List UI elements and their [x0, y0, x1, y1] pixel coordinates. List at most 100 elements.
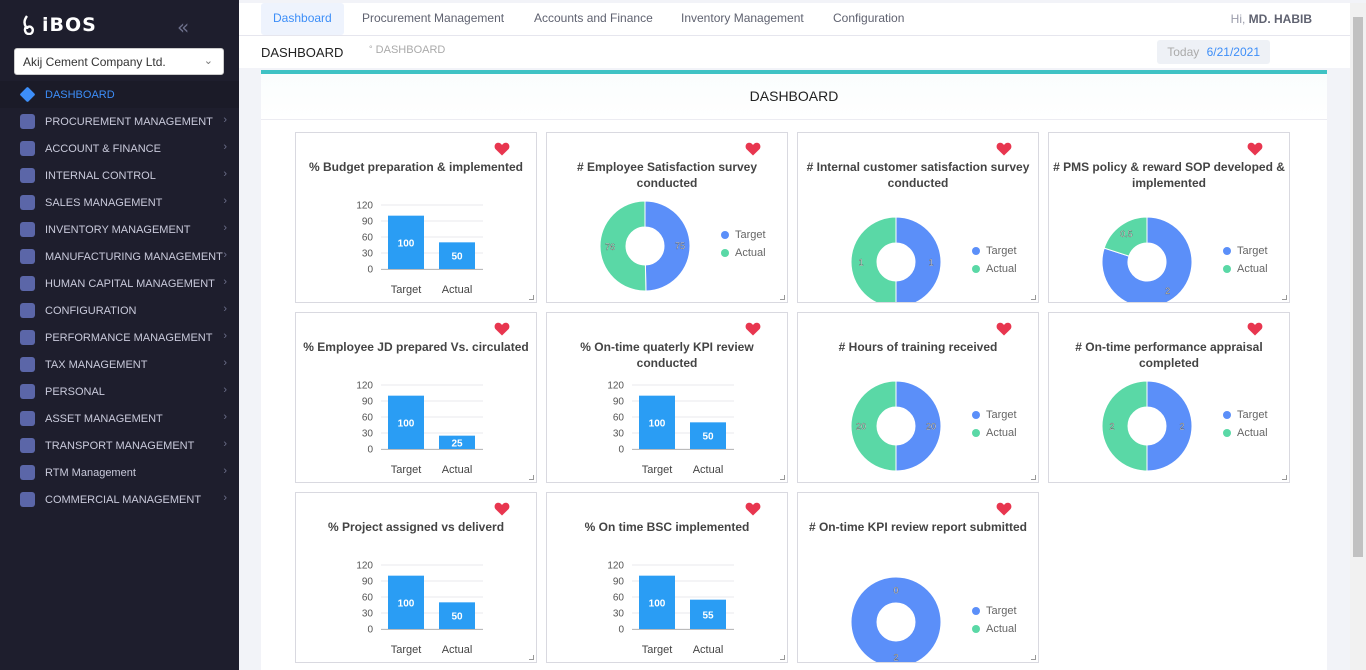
resize-handle-icon[interactable] [780, 475, 785, 480]
favorite-heart-icon[interactable] [996, 142, 1012, 156]
resize-handle-icon[interactable] [529, 475, 534, 480]
user-greeting[interactable]: Hi, MD. HABIB [1231, 12, 1312, 26]
favorite-heart-icon[interactable] [745, 142, 761, 156]
legend-dot-icon [721, 231, 729, 239]
sidebar-item-configuration[interactable]: CONFIGURATION › [0, 297, 239, 324]
legend-item-target[interactable]: Target [1223, 242, 1268, 260]
sidebar-item-account-and-finance[interactable]: ACCOUNT & FINANCE › [0, 135, 239, 162]
inventory-management-icon [20, 222, 35, 237]
tab-dashboard[interactable]: Dashboard [261, 3, 344, 35]
chart-card: 2 2 # On-time performance appraisal comple… [1048, 312, 1290, 483]
sidebar-collapse-icon[interactable]: « [177, 15, 189, 39]
sidebar-item-sales-management[interactable]: SALES MANAGEMENT › [0, 189, 239, 216]
x-tick-label: Actual [442, 644, 473, 656]
tab-procurement-management[interactable]: Procurement Management [350, 3, 516, 35]
legend-item-target[interactable]: Target [721, 226, 766, 244]
sidebar-item-rtm-management[interactable]: RTM Management › [0, 459, 239, 486]
bar-value-label: 50 [451, 252, 463, 263]
y-tick-label: 120 [607, 561, 624, 572]
sidebar-item-tax-management[interactable]: TAX MANAGEMENT › [0, 351, 239, 378]
legend-item-target[interactable]: Target [972, 406, 1017, 424]
chevron-right-icon: › [223, 222, 227, 234]
resize-handle-icon[interactable] [529, 655, 534, 660]
chart-legend: Target Actual [1223, 406, 1268, 442]
bar-value-label: 100 [398, 238, 415, 249]
legend-item-actual[interactable]: Actual [1223, 424, 1268, 442]
favorite-heart-icon[interactable] [745, 502, 761, 516]
resize-handle-icon[interactable] [1282, 295, 1287, 300]
y-tick-label: 90 [613, 397, 625, 408]
dashboard-panel: DASHBOARD 0 30 60 90 120 100 Target 50 Actual% B… [261, 70, 1327, 670]
resize-handle-icon[interactable] [1031, 295, 1036, 300]
favorite-heart-icon[interactable] [494, 322, 510, 336]
resize-handle-icon[interactable] [1031, 655, 1036, 660]
favorite-heart-icon[interactable] [494, 142, 510, 156]
y-tick-label: 60 [613, 413, 625, 424]
sidebar-item-dashboard[interactable]: DASHBOARD [0, 81, 239, 108]
chart-card: 1 1 # Internal customer satisfaction surve… [797, 132, 1039, 303]
slice-value-label: 76 [605, 242, 615, 252]
bar-value-label: 100 [649, 418, 666, 429]
personal-icon [20, 384, 35, 399]
legend-item-target[interactable]: Target [972, 242, 1017, 260]
x-tick-label: Target [391, 464, 422, 476]
legend-dot-icon [972, 429, 980, 437]
tab-configuration[interactable]: Configuration [821, 3, 916, 35]
legend-item-actual[interactable]: Actual [972, 620, 1017, 638]
legend-item-actual[interactable]: Actual [972, 424, 1017, 442]
sidebar-item-label: INVENTORY MANAGEMENT [45, 223, 191, 236]
favorite-heart-icon[interactable] [996, 322, 1012, 336]
chart-title: # On-time KPI review report submitted [808, 520, 1028, 534]
legend-item-target[interactable]: Target [1223, 406, 1268, 424]
resize-handle-icon[interactable] [1031, 475, 1036, 480]
legend-item-actual[interactable]: Actual [1223, 260, 1268, 278]
tab-inventory-management[interactable]: Inventory Management [669, 3, 816, 35]
breadcrumb-label: DASHBOARD [375, 44, 446, 56]
resize-handle-icon[interactable] [780, 295, 785, 300]
legend-dot-icon [972, 265, 980, 273]
legend-item-target[interactable]: Target [972, 602, 1017, 620]
x-tick-label: Actual [693, 644, 724, 656]
y-tick-label: 60 [362, 593, 374, 604]
legend-item-actual[interactable]: Actual [972, 260, 1017, 278]
resize-handle-icon[interactable] [1282, 475, 1287, 480]
favorite-heart-icon[interactable] [494, 502, 510, 516]
chart-title: % On time BSC implemented [584, 520, 750, 534]
favorite-heart-icon[interactable] [996, 502, 1012, 516]
sidebar-item-transport-management[interactable]: TRANSPORT MANAGEMENT › [0, 432, 239, 459]
app-logo[interactable]: iBOS [22, 14, 97, 36]
sidebar-item-inventory-management[interactable]: INVENTORY MANAGEMENT › [0, 216, 239, 243]
performance-management-icon [20, 330, 35, 345]
legend-item-actual[interactable]: Actual [721, 244, 766, 262]
tab-accounts-and-finance[interactable]: Accounts and Finance [522, 3, 665, 35]
resize-handle-icon[interactable] [529, 295, 534, 300]
sidebar-item-label: ASSET MANAGEMENT [45, 412, 163, 425]
company-select[interactable]: Akij Cement Company Ltd. ⌄ [14, 48, 224, 75]
bar-value-label: 50 [451, 612, 463, 623]
sidebar-item-label: PERFORMANCE MANAGEMENT [45, 331, 213, 344]
y-tick-label: 60 [362, 413, 374, 424]
sidebar-item-human-capital-management[interactable]: HUMAN CAPITAL MANAGEMENT › [0, 270, 239, 297]
favorite-heart-icon[interactable] [1247, 142, 1263, 156]
breadcrumb[interactable]: ° DASHBOARD [369, 44, 445, 56]
chart-card: 2 0 # On-time KPI review report submitted T… [797, 492, 1039, 663]
sidebar-item-internal-control[interactable]: INTERNAL CONTROL › [0, 162, 239, 189]
y-tick-label: 0 [618, 625, 624, 636]
y-tick-label: 90 [362, 217, 374, 228]
scrollbar-thumb[interactable] [1353, 17, 1363, 557]
sidebar-item-procurement-management[interactable]: PROCUREMENT MANAGEMENT › [0, 108, 239, 135]
donut-slice [895, 216, 942, 302]
page-scrollbar[interactable] [1350, 3, 1366, 670]
today-date: 6/21/2021 [1206, 45, 1260, 59]
favorite-heart-icon[interactable] [745, 322, 761, 336]
sidebar-item-manufacturing-management[interactable]: MANUFACTURING MANAGEMENT › [0, 243, 239, 270]
sidebar-item-performance-management[interactable]: PERFORMANCE MANAGEMENT › [0, 324, 239, 351]
sidebar-item-personal[interactable]: PERSONAL › [0, 378, 239, 405]
chart-legend: Target Actual [1223, 242, 1268, 278]
sidebar-item-commercial-management[interactable]: COMMERCIAL MANAGEMENT › [0, 486, 239, 513]
y-tick-label: 0 [367, 445, 373, 456]
sidebar-item-asset-management[interactable]: ASSET MANAGEMENT › [0, 405, 239, 432]
resize-handle-icon[interactable] [780, 655, 785, 660]
bar-value-label: 55 [702, 610, 714, 621]
favorite-heart-icon[interactable] [1247, 322, 1263, 336]
